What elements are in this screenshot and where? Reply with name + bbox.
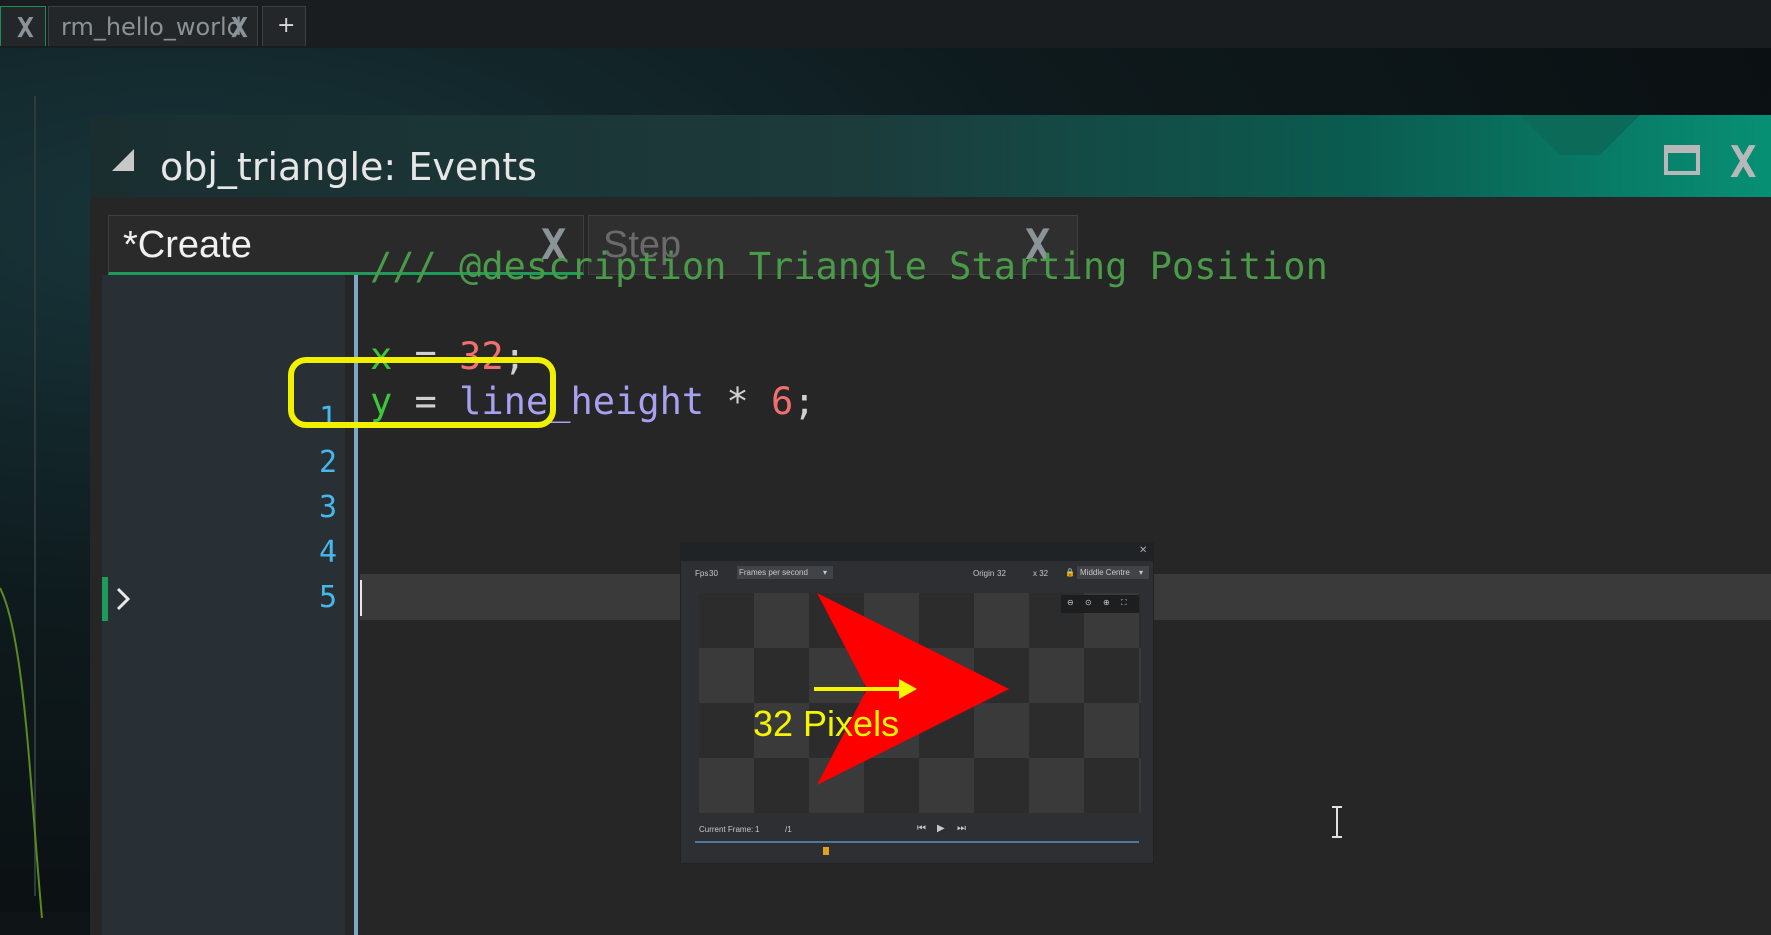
window-title: obj_triangle: Events bbox=[160, 145, 537, 189]
chevron-down-icon: ▾ bbox=[823, 568, 828, 577]
preview-titlebar: ✕ bbox=[681, 543, 1153, 561]
window-titlebar[interactable]: obj_triangle: Events X bbox=[90, 115, 1771, 197]
line-number: 2 bbox=[318, 445, 337, 480]
current-frame-value: 1 bbox=[755, 825, 760, 834]
play-icon: ▶ bbox=[937, 823, 945, 834]
fps-label: Fps bbox=[695, 569, 709, 578]
code-line-1[interactable]: /// @description Triangle Starting Posit… bbox=[370, 245, 1328, 288]
comment: /// @description Triangle Starting Posit… bbox=[370, 245, 1328, 288]
text-cursor bbox=[360, 580, 362, 616]
add-tab-button[interactable]: + bbox=[262, 6, 306, 46]
close-icon[interactable]: X bbox=[231, 11, 248, 44]
collapse-icon[interactable] bbox=[112, 149, 134, 171]
line-number: 4 bbox=[318, 535, 337, 570]
close-icon[interactable]: X bbox=[17, 11, 34, 44]
current-frame-label: Current Frame: bbox=[699, 825, 754, 834]
semicolon: ; bbox=[793, 380, 816, 423]
chevron-down-icon: ▾ bbox=[1139, 568, 1144, 577]
maximize-icon[interactable] bbox=[1664, 145, 1700, 175]
highlight-annotation bbox=[288, 357, 556, 428]
timeline-track bbox=[695, 841, 1139, 843]
tab-previous[interactable]: X bbox=[0, 6, 46, 46]
close-icon[interactable]: X bbox=[1730, 137, 1757, 188]
origin-mode-select: Middle Centre ▾ bbox=[1077, 566, 1149, 579]
chevron-right-icon bbox=[116, 587, 131, 611]
fps-mode-select: Frames per second ▾ bbox=[737, 566, 833, 579]
origin-mode-value: Middle Centre bbox=[1080, 568, 1130, 577]
add-tab-label: + bbox=[277, 13, 296, 38]
fps-mode-value: Frames per second bbox=[739, 568, 808, 577]
line-number: 3 bbox=[318, 490, 337, 525]
titlebar-notch bbox=[1520, 115, 1640, 155]
annotation-label: 32 Pixels bbox=[753, 703, 900, 744]
event-editor-window: obj_triangle: Events X *Create X Step X … bbox=[90, 115, 1771, 935]
tab-room[interactable]: rm_hello_world X bbox=[48, 6, 258, 46]
text-cursor-icon bbox=[1332, 806, 1342, 838]
number-literal: 6 bbox=[770, 380, 794, 423]
fps-value: 30 bbox=[709, 569, 718, 578]
workspace-curve bbox=[0, 587, 43, 918]
lock-icon: 🔒 bbox=[1065, 568, 1075, 577]
origin-x: 32 bbox=[997, 569, 1006, 578]
origin-label: Origin bbox=[973, 569, 995, 578]
frame-total: /1 bbox=[785, 825, 792, 834]
tab-create-label: *Create bbox=[123, 224, 252, 266]
skip-back-icon: ⏮ bbox=[917, 823, 926, 834]
line-number: 5 bbox=[318, 580, 337, 615]
close-icon: ✕ bbox=[1139, 545, 1148, 556]
active-line-marker bbox=[102, 577, 108, 621]
timeline-marker bbox=[823, 847, 829, 855]
tab-room-label: rm_hello_world bbox=[61, 13, 242, 41]
sprite-preview-image: ✕ Fps 30 Frames per second ▾ Origin 32 x… bbox=[680, 542, 1154, 864]
origin-y: x 32 bbox=[1033, 569, 1049, 578]
operator: * bbox=[704, 380, 771, 423]
tab-bar: X rm_hello_world X + bbox=[0, 0, 1771, 49]
skip-forward-icon: ⏭ bbox=[957, 823, 966, 834]
